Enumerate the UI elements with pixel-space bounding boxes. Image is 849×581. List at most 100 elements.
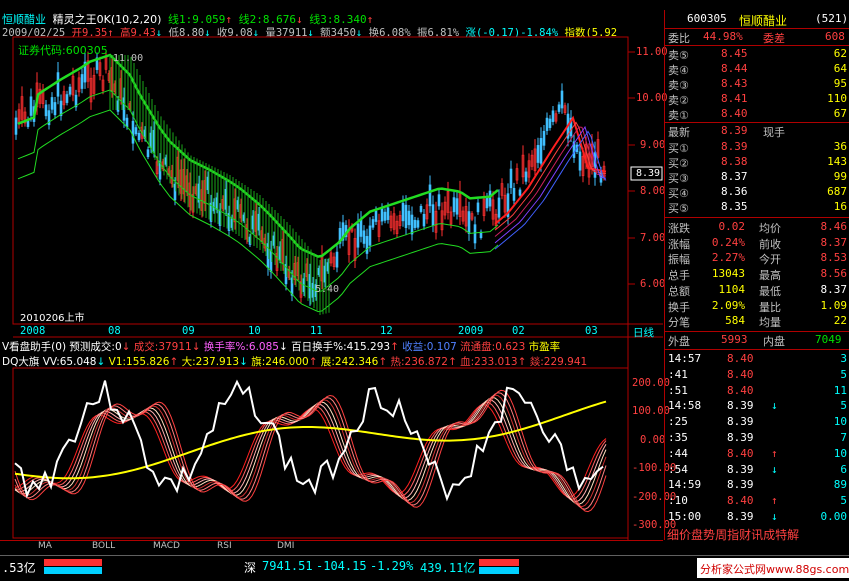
- period-label[interactable]: 日线: [633, 325, 654, 340]
- bid-price: 8.39: [721, 140, 748, 153]
- quote-tab[interactable]: 细: [667, 528, 679, 542]
- tab-macd[interactable]: MACD: [153, 541, 180, 553]
- weicha-value: 608: [825, 30, 845, 43]
- dq-title: DQ大旗: [2, 356, 40, 368]
- stat-value: 2.27%: [711, 251, 745, 265]
- stat-label: 分笔: [668, 316, 690, 330]
- bid-price: 8.35: [721, 200, 748, 213]
- quote-tab[interactable]: 盘: [691, 528, 703, 542]
- tick-price: 8.39: [727, 415, 754, 429]
- ask-row: 卖⑤ 8.45 62: [665, 47, 849, 62]
- status-bar: .53亿 深 7941.51 -104.15 -1.29% 439.11亿 分析…: [0, 555, 849, 581]
- status-bar-cyan: [44, 567, 102, 574]
- ask-volume: 67: [833, 107, 847, 120]
- chart-area[interactable]: 恒顺醋业 精灵之王0K(10,2,20) 线1:9.059↑ 线2:8.676↓…: [0, 0, 676, 540]
- date-label-09: 09: [182, 325, 195, 337]
- stat-label: 振幅: [668, 253, 690, 267]
- dq-da: 大:237.913: [181, 356, 240, 368]
- tab-dmi[interactable]: DMI: [277, 541, 294, 553]
- stat-row: 换手 2.09% 量比 1.09: [665, 299, 849, 314]
- tick-volume: 10: [833, 446, 847, 460]
- tick-time: :25: [668, 415, 688, 429]
- kline-chart[interactable]: [0, 0, 663, 540]
- ask-volume: 64: [833, 62, 847, 75]
- tab-boll[interactable]: BOLL: [92, 541, 115, 553]
- ask-volume: 62: [833, 47, 847, 60]
- tick-time: :10: [668, 494, 688, 508]
- quote-tab[interactable]: 特: [775, 528, 787, 542]
- stat-row: 总手 13043 最高 8.56: [665, 267, 849, 282]
- stat-row: 分笔 584 均量 22: [665, 314, 849, 329]
- stat-value: 8.56: [820, 267, 848, 281]
- tick-price: 8.39: [727, 462, 754, 476]
- stat-value: 0.02: [718, 220, 746, 233]
- osc-label-3: 0.00: [640, 434, 666, 446]
- ask-row: 卖② 8.41 110: [665, 92, 849, 107]
- quote-tab[interactable]: 周: [715, 528, 727, 542]
- price-label-5: 7.00: [640, 232, 666, 244]
- dq-re: 热:236.872: [390, 356, 448, 368]
- stat-label: 涨幅: [668, 237, 690, 251]
- ask-price: 8.41: [721, 92, 748, 105]
- watermark: 分析家公式网www.88gs.com: [697, 558, 849, 578]
- quote-tab[interactable]: 财: [739, 528, 751, 542]
- bid-label: 买④: [668, 187, 689, 200]
- tick-time: 14:58: [668, 399, 702, 413]
- tick-price: 8.39: [727, 510, 754, 523]
- tick-price: 8.39: [727, 399, 754, 413]
- tick-row: :54 8.39 ↓ 6: [665, 463, 849, 478]
- bid-row: 买② 8.38 143: [665, 155, 849, 170]
- tick-time: 14:59: [668, 478, 702, 492]
- bid-price: 8.36: [721, 185, 748, 198]
- status-change: -104.15: [316, 559, 367, 573]
- tick-volume: 3: [840, 352, 847, 365]
- tick-volume: 89: [833, 478, 847, 492]
- stat-value: 1.09: [820, 298, 848, 312]
- quote-tab[interactable]: 成: [763, 528, 775, 542]
- tick-time: :51: [668, 383, 688, 397]
- bid-row: 买① 8.39 36: [665, 140, 849, 155]
- tick-volume: 0.00: [820, 510, 848, 523]
- bid-label: 买①: [668, 142, 689, 155]
- ask-label: 卖③: [668, 79, 689, 92]
- date-label-10: 10: [248, 325, 261, 337]
- quote-tab[interactable]: 讯: [751, 528, 763, 542]
- tick-volume: 10: [833, 415, 847, 429]
- tab-ma[interactable]: MA: [38, 541, 52, 553]
- ask-label: 卖①: [668, 109, 689, 122]
- tick-time: :35: [668, 431, 688, 444]
- tick-arrow: ↑: [771, 494, 778, 508]
- ask-row: 卖③ 8.43 95: [665, 77, 849, 92]
- date-label-2008: 2008: [20, 325, 46, 337]
- stat-value: 8.37: [820, 282, 848, 296]
- tab-rsi[interactable]: RSI: [217, 541, 232, 553]
- price-tag: 8.39: [636, 168, 661, 179]
- vol-indicator-header: V看盘助手(0) 预测成交:0↓ 成交:37911↓ 换手率%:6.085↓ 百…: [2, 341, 561, 353]
- tick-price: 8.40: [727, 367, 754, 381]
- ask-volume: 95: [833, 77, 847, 90]
- bid-label: 买②: [668, 157, 689, 170]
- oscillator-lines: [14, 379, 607, 513]
- stat-value: 13043: [711, 267, 745, 281]
- quote-tab[interactable]: 价: [679, 528, 691, 542]
- status-pct: -1.29%: [370, 559, 414, 573]
- tick-arrow: ↓: [771, 399, 778, 413]
- stat-label: 总手: [668, 269, 690, 283]
- stat-row: 振幅 2.27% 今开 8.53: [665, 251, 849, 266]
- ask-volume: 110: [827, 92, 847, 105]
- tick-row: 15:00 8.39 ↓ 0.00: [665, 510, 849, 525]
- quote-tab[interactable]: 解: [787, 528, 799, 542]
- tick-time: 15:00: [668, 510, 702, 523]
- quote-tab[interactable]: 势: [703, 528, 715, 542]
- dq-indicator-header: DQ大旗 VV:65.048↓ V1:155.826↑ 大:237.913↓ 旗…: [2, 356, 588, 368]
- code-label: 证券代码:600305: [18, 44, 108, 57]
- stat-label: 最低: [759, 284, 781, 298]
- stat-value: 584: [725, 314, 745, 328]
- status-bar2-red: [479, 559, 519, 566]
- tick-price: 8.40: [727, 352, 754, 365]
- price-label-2: 10.00: [636, 92, 668, 104]
- date-label-03: 03: [585, 325, 598, 337]
- vol-huanshou: 换手率%:6.085: [203, 341, 279, 353]
- stat-row: 涨幅 0.24% 前收 8.37: [665, 236, 849, 251]
- quote-tab[interactable]: 指: [727, 528, 739, 542]
